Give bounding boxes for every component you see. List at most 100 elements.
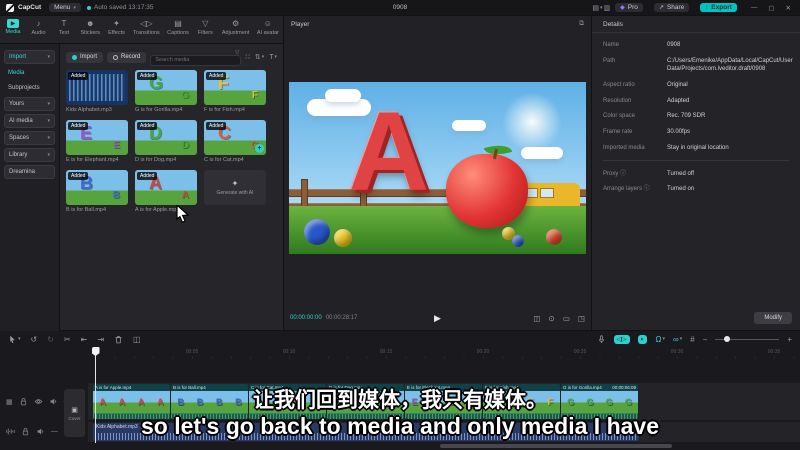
media-item-f-is-for-fish.mp4[interactable]: F F Added F is for Fish.mp4 — [204, 70, 266, 113]
video-thumbnail[interactable]: C C Added + — [204, 120, 266, 155]
media-item-g-is-for-gorilla.mp4[interactable]: G G Added G is for Gorilla.mp4 — [135, 70, 197, 113]
sidebar-item-spaces[interactable]: Spaces ▾ — [4, 131, 55, 145]
video-thumbnail[interactable]: D D Added — [135, 120, 197, 155]
delete-right-button[interactable]: ⇥ — [97, 335, 104, 344]
tab-adjustment[interactable]: ⚙ Adjustment — [222, 18, 250, 43]
cover-button[interactable]: ▣ Cover — [64, 389, 85, 437]
layout-toggle-icon[interactable]: ▤ — [592, 4, 599, 12]
zoom-out-button[interactable]: − — [703, 335, 708, 344]
menu-button[interactable]: Menu ▾ — [49, 3, 81, 12]
clip-g-is-for-gorilla.mp4[interactable]: G is for Gorilla.mp4 00:00:06:09 G G G G — [561, 384, 638, 419]
track-waveform-icon[interactable] — [6, 427, 15, 436]
detail-label: Path — [603, 57, 616, 64]
grid-view-button[interactable]: ∷ — [245, 53, 249, 61]
snap-button[interactable]: Ω ▾ — [655, 335, 665, 344]
zoom-in-button[interactable]: + — [787, 335, 792, 344]
track-thumbnail-toggle-icon[interactable]: ▦ — [6, 398, 13, 406]
slider-knob[interactable] — [724, 336, 731, 342]
tab-captions[interactable]: ▤ Captions — [167, 18, 189, 43]
undo-button[interactable]: ↺ — [31, 335, 38, 344]
player-panel-icon[interactable]: ⧉ — [579, 20, 584, 28]
auto-captions-button[interactable]: ◐ — [637, 334, 648, 344]
media-item-kids-alphabet.mp3[interactable]: Added Kids Alphabet.mp3 — [66, 70, 128, 113]
delete-button[interactable] — [114, 335, 123, 344]
clip-c-is-for-cat.mp4[interactable]: C is for Cat.mp4 C C C C — [249, 384, 326, 419]
fullscreen-icon[interactable]: ◳ — [578, 314, 585, 323]
type-filter-button[interactable]: T ▾ — [269, 54, 277, 61]
export-button[interactable]: ↑ Export — [700, 3, 737, 12]
video-thumbnail[interactable]: F F Added — [204, 70, 266, 105]
snapshot-icon[interactable]: ⊙ — [549, 314, 555, 323]
add-to-timeline-button[interactable]: + — [255, 144, 264, 153]
sidebar-item-subprojects[interactable]: Subprojects — [4, 82, 55, 94]
sidebar-item-ai-media[interactable]: AI media ▾ — [4, 114, 55, 128]
clip-a-is-for-apple.mp4[interactable]: A is for Apple.mp4 A A A A — [93, 384, 170, 419]
generate-with-ai-tile[interactable]: ✦ Generate with AI — [204, 170, 266, 213]
track-collapse-icon[interactable]: — — [51, 428, 58, 435]
video-thumbnail[interactable]: G G Added — [135, 70, 197, 105]
redo-button[interactable]: ↻ — [47, 335, 54, 344]
track-hide-icon[interactable] — [34, 397, 43, 406]
track-lock-icon[interactable] — [19, 397, 28, 406]
tab-text[interactable]: T Text — [55, 18, 73, 43]
ratio-icon[interactable]: ▭ — [563, 314, 570, 323]
media-item-c-is-for-cat.mp4[interactable]: C C Added + C is for Cat.mp4 — [204, 120, 266, 163]
modify-button[interactable]: Modify — [754, 312, 792, 324]
minimize-button[interactable]: — — [748, 4, 761, 11]
video-preview[interactable]: A — [289, 82, 586, 254]
tab-transitions[interactable]: ◁▷ Transitions — [133, 18, 160, 43]
track-mute-icon[interactable] — [49, 397, 58, 406]
video-thumbnail[interactable]: B B Added — [66, 170, 128, 205]
zoom-slider[interactable] — [715, 335, 780, 344]
clip-e-is-for-elephant.mp4[interactable]: E is for Elephant.mp4 E E E E — [405, 384, 482, 419]
sidebar-item-yours[interactable]: Yours ▾ — [4, 97, 55, 111]
tab-media[interactable]: ▶ Media — [4, 18, 22, 43]
filter-funnel-icon[interactable]: ▽ — [235, 50, 239, 56]
link-button[interactable]: ∞ ▾ — [673, 335, 682, 344]
pro-button[interactable]: ◆ Pro — [615, 3, 643, 12]
maximize-button[interactable]: ▢ — [765, 4, 777, 12]
sidebar-item-import[interactable]: Import ▾ — [4, 50, 55, 64]
panel-layout-icon[interactable]: ▥ — [604, 4, 611, 12]
track-lock-icon[interactable] — [21, 427, 30, 436]
tab-effects[interactable]: ✦ Effects — [108, 18, 126, 43]
tab-audio[interactable]: ♪ Audio — [29, 18, 47, 43]
track-mute-icon[interactable] — [36, 427, 45, 436]
timeline-scrollbar[interactable] — [440, 444, 672, 448]
audio-clip[interactable]: Kids Alphabet.mp3 — [93, 423, 639, 441]
audio-thumbnail[interactable]: Added — [66, 70, 128, 105]
media-item-e-is-for-elephant.mp4[interactable]: E E Added E is for Elephant.mp4 — [66, 120, 128, 163]
playhead[interactable] — [91, 347, 100, 443]
freeze-button[interactable]: ◫ — [133, 335, 141, 344]
sort-button[interactable]: ⇅ ▾ — [255, 53, 264, 61]
media-item-d-is-for-dog.mp4[interactable]: D D Added D is for Dog.mp4 — [135, 120, 197, 163]
select-tool-button[interactable]: ▾ — [8, 335, 21, 344]
clip-f-is-for-fish.mp4[interactable]: F is for Fish.mp4 F F F F — [483, 384, 560, 419]
search-input[interactable] — [150, 54, 242, 66]
sidebar-item-media[interactable]: Media — [4, 67, 55, 79]
clip-b-is-for-ball.mp4[interactable]: B is for Ball.mp4 B B B B — [171, 384, 248, 419]
clip-d-is-for-dog.mp4[interactable]: D is for Dog.mp4 D D D D — [327, 384, 404, 419]
sidebar-item-library[interactable]: Library ▾ — [4, 148, 55, 162]
video-thumbnail[interactable]: A A Added — [135, 170, 197, 205]
play-button[interactable]: ▶ — [434, 313, 441, 324]
video-thumbnail[interactable]: E E Added — [66, 120, 128, 155]
share-button[interactable]: ↗ Share — [653, 3, 690, 12]
sidebar-item-label: Spaces — [9, 135, 30, 141]
preview-axis-button[interactable]: # — [690, 335, 694, 344]
tab-ai-avatar[interactable]: ☺ AI avatar — [257, 18, 279, 43]
import-button[interactable]: Import — [66, 51, 104, 63]
tab-stickers[interactable]: ☻ Stickers — [80, 18, 100, 43]
record-button[interactable]: Record — [107, 51, 147, 63]
time-ruler[interactable]: 00:05 00:10 00:15 00:20 00:25 00:30 00:35 — [0, 347, 800, 359]
chevron-down-icon: ▾ — [662, 336, 665, 342]
delete-left-button[interactable]: ⇤ — [81, 335, 88, 344]
close-button[interactable]: ✕ — [783, 4, 794, 12]
tab-filters[interactable]: ▽ Filters — [196, 18, 214, 43]
voiceover-button[interactable] — [597, 334, 606, 344]
smart-tools-button[interactable]: ◁▷ — [613, 334, 630, 344]
compare-icon[interactable]: ◫ — [533, 314, 540, 323]
split-button[interactable]: ✂ — [64, 335, 71, 344]
media-item-b-is-for-ball.mp4[interactable]: B B Added B is for Ball.mp4 — [66, 170, 128, 213]
sidebar-item-dreamina[interactable]: Dreamina — [4, 165, 55, 179]
